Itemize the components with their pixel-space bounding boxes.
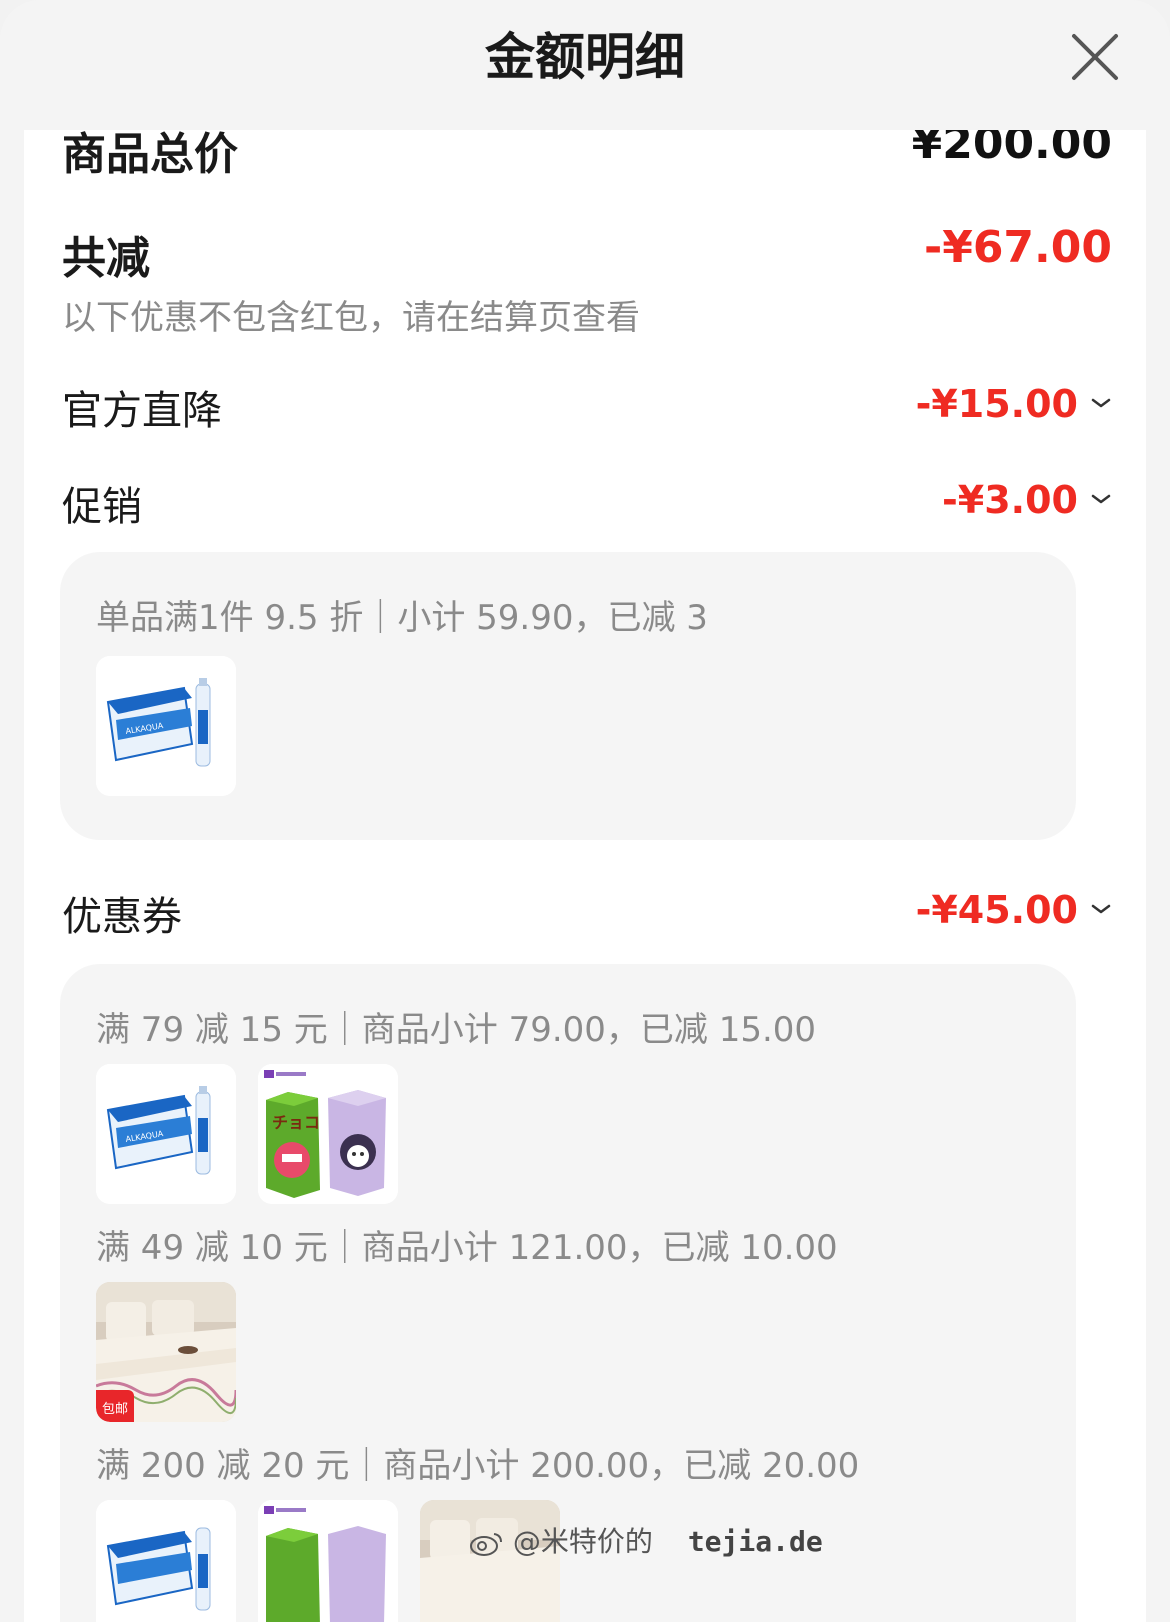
svg-text:チョコ: チョコ xyxy=(272,1113,320,1132)
product-thumb-sofa[interactable]: 包邮 xyxy=(96,1282,236,1422)
sheet-title: 金额明细 xyxy=(485,28,685,86)
total-reduce-row: 共减 -¥67.00 xyxy=(62,222,1112,284)
chevron-down-icon xyxy=(1091,904,1111,913)
coupon-rule-text: 满 79 减 15 元｜商品小计 79.00，已减 15.00 xyxy=(96,1010,817,1050)
total-price-value: ¥200.00 xyxy=(911,130,1112,169)
close-icon xyxy=(1072,34,1118,80)
discount-note: 以下优惠不包含红包，请在结算页查看 xyxy=(62,298,640,338)
discount-label: 官方直降 xyxy=(62,388,222,434)
discount-value[interactable]: -¥3.00 xyxy=(942,478,1112,522)
watermark-handle: @米特价的 xyxy=(512,1525,653,1558)
product-thumb-snacks[interactable] xyxy=(258,1500,398,1622)
discount-value[interactable]: -¥45.00 xyxy=(916,888,1112,932)
chevron-down-icon xyxy=(1091,398,1111,407)
discount-amount: -¥3.00 xyxy=(942,478,1078,522)
snack-boxes-image xyxy=(258,1500,398,1622)
product-thumb-snacks[interactable]: チョコ xyxy=(258,1064,398,1204)
total-reduce-label: 共减 xyxy=(62,233,150,284)
detail-content[interactable]: 商品总价 ¥200.00 共减 -¥67.00 以下优惠不包含红包，请在结算页查… xyxy=(24,130,1146,1622)
total-price-label: 商品总价 xyxy=(62,130,238,180)
weibo-icon xyxy=(470,1530,504,1556)
product-thumb-water[interactable] xyxy=(96,1500,236,1622)
discount-label: 优惠券 xyxy=(62,894,182,940)
amount-detail-sheet: 金额明细 商品总价 ¥200.00 共减 -¥67.00 以下优惠不包含红包，请… xyxy=(0,0,1170,1622)
promo-detail-card: 单品满1件 9.5 折｜小计 59.90，已减 3 ALKAQUA xyxy=(60,552,1076,840)
watermark: @米特价的 tejia.de xyxy=(470,1520,823,1560)
discount-row-coupon[interactable]: 优惠券 -¥45.00 xyxy=(62,884,1112,940)
chevron-down-icon xyxy=(1091,494,1111,503)
water-box-image: ALKAQUA xyxy=(96,656,236,796)
water-box-image: ALKAQUA xyxy=(96,1064,236,1204)
promo-rule-text: 单品满1件 9.5 折｜小计 59.90，已减 3 xyxy=(96,598,708,638)
total-price-row: 商品总价 ¥200.00 xyxy=(62,130,1112,180)
product-thumb-water[interactable]: ALKAQUA xyxy=(96,1064,236,1204)
water-box-image xyxy=(96,1500,236,1622)
discount-value[interactable]: -¥15.00 xyxy=(916,382,1112,426)
discount-label: 促销 xyxy=(62,484,142,530)
coupon-rule-text: 满 49 减 10 元｜商品小计 121.00，已减 10.00 xyxy=(96,1228,838,1268)
discount-amount: -¥45.00 xyxy=(915,888,1078,932)
discount-row-promo[interactable]: 促销 -¥3.00 xyxy=(62,474,1112,530)
discount-amount: -¥15.00 xyxy=(915,382,1078,426)
coupon-rule-text: 满 200 减 20 元｜商品小计 200.00，已减 20.00 xyxy=(96,1446,860,1486)
sheet-header: 金额明细 xyxy=(0,0,1170,130)
product-thumb-water[interactable]: ALKAQUA xyxy=(96,656,236,796)
product-thumb-sofa[interactable] xyxy=(420,1500,560,1622)
snack-boxes-image: チョコ xyxy=(258,1064,398,1204)
total-reduce-value: -¥67.00 xyxy=(923,222,1112,273)
sofa-cover-image xyxy=(420,1500,560,1622)
discount-row-official[interactable]: 官方直降 -¥15.00 xyxy=(62,378,1112,434)
watermark-site: tejia.de xyxy=(687,1525,823,1558)
free-shipping-text: 包邮 xyxy=(101,1402,128,1417)
close-button[interactable] xyxy=(1068,30,1122,84)
free-shipping-badge: 包邮 xyxy=(96,1390,134,1422)
